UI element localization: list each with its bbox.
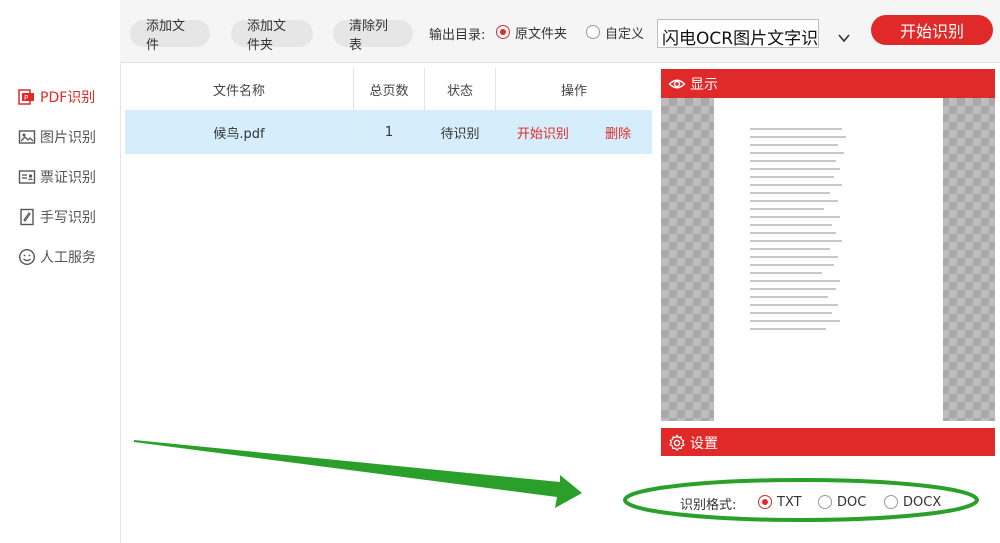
- toolbar: 添加文件 添加文件夹 清除列表 输出目录: 原文件夹 自定义 闪电OCR图片文字…: [120, 0, 1000, 63]
- radio-indicator: [496, 25, 510, 39]
- row-delete-link[interactable]: 删除: [605, 127, 631, 142]
- radio-indicator: [818, 495, 832, 509]
- sidebar-item-label: 人工服务: [40, 250, 96, 266]
- document-page-thumbnail: [714, 98, 943, 421]
- sidebar: P PDF识别 图片识别 票证识别 手写识别 人工服务: [0, 0, 121, 543]
- radio-original-folder[interactable]: 原文件夹: [496, 22, 567, 42]
- format-option-doc[interactable]: DOC: [818, 492, 866, 512]
- settings-panel-header: 设置: [661, 428, 995, 457]
- output-path-field[interactable]: 闪电OCR图片文字识别: [657, 19, 819, 48]
- actions-cell: 开始识别 删除: [495, 110, 652, 154]
- smiley-icon: [18, 248, 36, 266]
- document-preview: [661, 98, 995, 421]
- sidebar-item-pdf[interactable]: P PDF识别: [18, 86, 95, 108]
- pdf-icon: P: [18, 88, 36, 106]
- sidebar-item-label: PDF识别: [40, 90, 96, 106]
- add-file-button[interactable]: 添加文件: [130, 19, 210, 53]
- radio-indicator: [586, 25, 600, 39]
- page-count-cell: 1: [353, 110, 425, 154]
- chevron-down-icon[interactable]: [838, 28, 850, 47]
- format-option-label: DOCX: [903, 494, 942, 510]
- column-header-filename: 文件名称: [125, 68, 354, 110]
- sidebar-item-image[interactable]: 图片识别: [18, 126, 96, 148]
- column-header-pages: 总页数: [353, 68, 425, 110]
- radio-label: 原文件夹: [515, 26, 568, 42]
- id-card-icon: [18, 168, 36, 186]
- radio-custom-folder[interactable]: 自定义: [586, 22, 644, 42]
- column-header-status: 状态: [424, 68, 496, 110]
- sidebar-item-label: 手写识别: [40, 210, 96, 226]
- add-folder-button[interactable]: 添加文件夹: [231, 19, 313, 53]
- status-cell: 待识别: [424, 110, 496, 154]
- file-name-cell: 候鸟.pdf: [125, 110, 354, 154]
- column-header-actions: 操作: [560, 83, 587, 99]
- clear-list-button[interactable]: 清除列表: [333, 19, 413, 53]
- radio-label: 自定义: [605, 26, 645, 42]
- svg-text:P: P: [24, 94, 28, 102]
- format-option-docx[interactable]: DOCX: [884, 492, 941, 512]
- start-recognition-button[interactable]: 开始识别: [871, 15, 993, 45]
- sidebar-item-ticket[interactable]: 票证识别: [18, 166, 96, 188]
- format-option-label: TXT: [777, 494, 802, 510]
- sidebar-item-handwriting[interactable]: 手写识别: [18, 206, 96, 228]
- format-option-txt[interactable]: TXT: [758, 492, 802, 512]
- preview-panel-title: 显示: [690, 76, 718, 93]
- image-icon: [18, 128, 36, 146]
- sidebar-item-label: 票证识别: [40, 170, 96, 186]
- handwriting-icon: [18, 208, 36, 226]
- gear-icon: [668, 433, 686, 452]
- eye-icon: [668, 75, 686, 93]
- radio-indicator: [884, 495, 898, 509]
- row-start-link[interactable]: 开始识别: [517, 127, 569, 142]
- preview-panel-header: 显示: [661, 69, 995, 98]
- annotation-arrow: [134, 440, 582, 508]
- radio-indicator: [758, 495, 772, 509]
- format-option-label: DOC: [837, 494, 867, 510]
- output-dir-label: 输出目录:: [429, 28, 486, 43]
- format-label: 识别格式:: [680, 498, 737, 513]
- file-table: 文件名称 总页数 状态 操作 候鸟.pdf 1 待识别 开始识别 删除: [125, 68, 652, 154]
- settings-panel-title: 设置: [690, 435, 718, 452]
- sidebar-item-service[interactable]: 人工服务: [18, 246, 96, 268]
- table-row[interactable]: 候鸟.pdf 1 待识别 开始识别 删除: [125, 110, 652, 154]
- sidebar-item-label: 图片识别: [40, 130, 96, 146]
